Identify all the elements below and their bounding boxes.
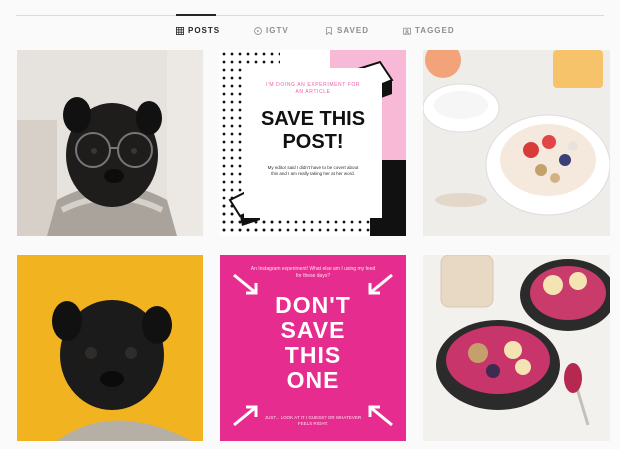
pug-yellow-image (17, 255, 203, 441)
yogurt-bowl-image (423, 50, 610, 236)
profile-tabs: POSTS IGTV SAVED TAGGED (0, 26, 620, 42)
dont-save-bottom-text: JUST... LOOK AT IT I GUESS? OR WHATEVER … (264, 415, 362, 426)
tag-icon (403, 27, 411, 35)
bookmark-icon (326, 26, 332, 35)
igtv-icon (254, 26, 262, 35)
arrow-decorations (233, 273, 393, 427)
post-pug-glasses[interactable] (17, 50, 203, 236)
tab-saved[interactable]: SAVED (325, 26, 369, 35)
smoothie-bowl-image (423, 255, 610, 441)
tab-igtv-label: IGTV (266, 26, 289, 35)
post-dont-save[interactable]: An Instagram experiment! What else am I … (220, 255, 406, 441)
profile-divider (16, 15, 604, 16)
pug-glasses-image (17, 50, 203, 236)
grid-icon (176, 26, 184, 35)
save-post-headline-2: POST! (282, 131, 344, 153)
post-yogurt-bowl[interactable] (423, 50, 610, 236)
save-post-top-text: I'M DOING AN EXPERIMENT FOR AN ARTICLE (265, 82, 361, 95)
tab-saved-label: SAVED (337, 26, 369, 35)
save-post-card: I'M DOING AN EXPERIMENT FOR AN ARTICLE S… (244, 68, 382, 218)
post-smoothie-bowl[interactable] (423, 255, 610, 441)
save-post-headline-1: SAVE THIS (260, 108, 366, 130)
tab-posts-label: POSTS (188, 26, 221, 35)
tab-tagged[interactable]: TAGGED (403, 26, 455, 35)
tab-igtv[interactable]: IGTV (254, 26, 289, 35)
active-tab-indicator (176, 14, 216, 16)
tab-posts[interactable]: POSTS (176, 26, 220, 35)
save-post-body: My editor said I didn't have to be cover… (267, 165, 359, 176)
post-save-this[interactable]: I'M DOING AN EXPERIMENT FOR AN ARTICLE S… (220, 50, 406, 236)
post-pug-yellow[interactable] (17, 255, 203, 441)
tab-tagged-label: TAGGED (415, 26, 455, 35)
